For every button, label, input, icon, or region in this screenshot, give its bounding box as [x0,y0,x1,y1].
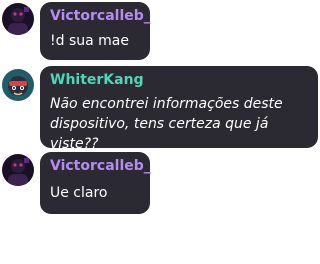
dark-purple-avatar-icon [2,154,34,186]
user-avatar[interactable] [2,3,34,35]
message-bubble: Victorcalleb_ !d sua mae [40,2,151,60]
message-author[interactable]: Victorcalleb_ [50,157,151,175]
message-author[interactable]: Victorcalleb_ [50,7,151,25]
message-item: Victorcalleb_ !d sua mae [0,2,320,62]
message-text: !d sua mae [50,33,129,49]
bot-avatar[interactable] [2,69,34,101]
cartoon-character-avatar-icon [2,69,34,101]
message-item: WhiterKang Não encontrei informações des… [0,66,320,152]
message-text: Ue claro [50,185,108,201]
message-text: Não encontrei informações deste disposit… [50,96,283,152]
message-bubble: WhiterKang Não encontrei informações des… [40,66,318,152]
message-bubble: Victorcalleb_ Ue claro [40,152,151,214]
user-avatar[interactable] [2,154,34,186]
dark-purple-avatar-icon [2,3,34,35]
message-item: Victorcalleb_ Ue claro [0,152,320,214]
message-author[interactable]: WhiterKang [50,71,308,89]
